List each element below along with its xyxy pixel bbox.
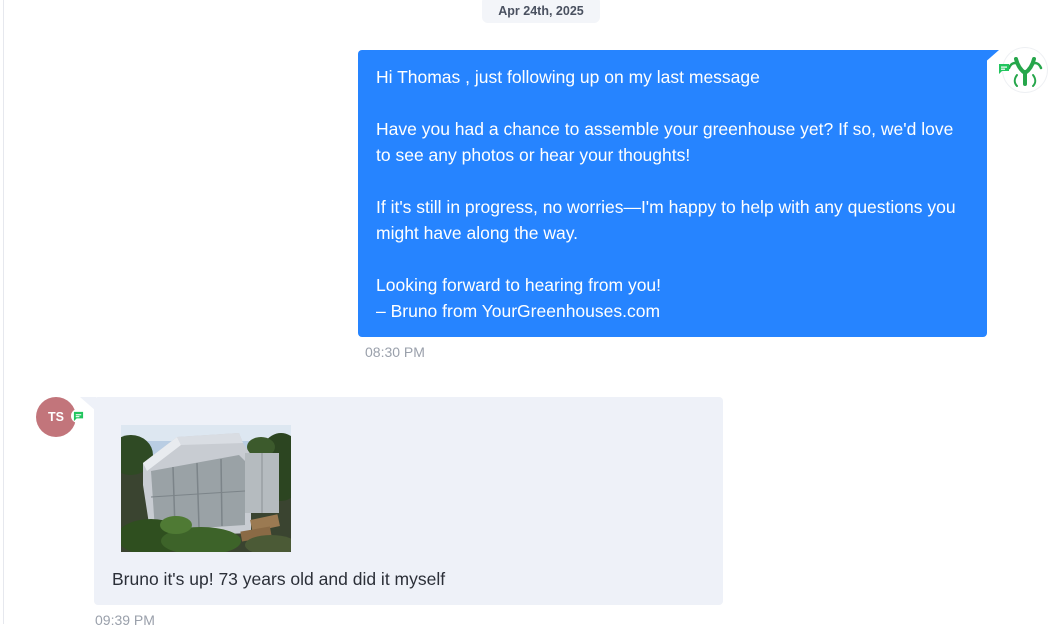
incoming-message-text: Bruno it's up! 73 years old and did it m… <box>112 569 446 589</box>
outgoing-message-line-part: Looking forward to hearing from you! <box>376 275 662 295</box>
sms-channel-icon <box>71 409 85 423</box>
sms-channel-icon <box>998 62 1010 74</box>
outgoing-message-signature: – Bruno from YourGreenhouses.com <box>376 301 661 321</box>
outgoing-message-bubble[interactable]: Hi Thomas , just following up on my last… <box>358 50 987 337</box>
outgoing-message-time: 08:30 PM <box>365 344 425 360</box>
greenhouse-photo-attachment[interactable] <box>121 425 291 552</box>
contact-avatar[interactable]: TS <box>36 397 76 437</box>
outgoing-message-line: Looking forward to hearing from you! – B… <box>376 272 969 324</box>
pane-divider <box>3 0 4 624</box>
outgoing-message-line: Have you had a chance to assemble your g… <box>376 119 954 165</box>
outgoing-message-line: Hi Thomas , just following up on my last… <box>376 67 760 87</box>
incoming-message-bubble[interactable]: Bruno it's up! 73 years old and did it m… <box>94 397 723 605</box>
outgoing-message-line: If it's still in progress, no worries—I'… <box>376 197 956 243</box>
incoming-message-time: 09:39 PM <box>95 612 155 628</box>
date-divider: Apr 24th, 2025 <box>482 0 600 23</box>
